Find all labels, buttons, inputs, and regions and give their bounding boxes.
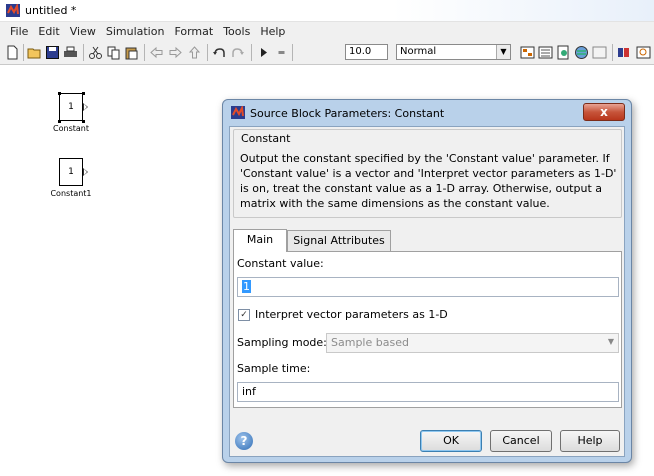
toolbar — [0, 40, 654, 65]
simulink-app-icon — [6, 4, 20, 17]
new-icon[interactable] — [5, 45, 20, 60]
constant1-block-label[interactable]: Constant1 — [41, 189, 101, 198]
output-port-icon — [83, 103, 88, 111]
forward-icon[interactable] — [168, 45, 183, 60]
close-button[interactable]: x — [583, 103, 625, 121]
interpret-vector-checkbox[interactable]: ✓ — [238, 309, 250, 321]
dialog-body: Constant Output the constant specified b… — [229, 126, 625, 457]
play-icon[interactable] — [256, 45, 271, 60]
simulink-window: untitled * File Edit View Simulation For… — [0, 0, 654, 476]
print-icon[interactable] — [63, 45, 78, 60]
debug-icon[interactable] — [556, 45, 571, 60]
paste-icon[interactable] — [124, 45, 139, 60]
help-button[interactable]: Help — [560, 430, 620, 452]
cut-icon[interactable] — [88, 45, 103, 60]
toolbar-separator — [612, 44, 613, 61]
redo-icon[interactable] — [230, 45, 245, 60]
window-title: untitled * — [25, 4, 77, 17]
selection-handle[interactable] — [82, 120, 85, 123]
interpret-vector-label[interactable]: Interpret vector parameters as 1-D — [255, 308, 448, 321]
dialog-title: Source Block Parameters: Constant — [250, 107, 445, 120]
constant1-block-value: 1 — [68, 167, 74, 177]
simulation-mode-select[interactable]: Normal ▼ — [396, 44, 511, 60]
selection-handle[interactable] — [82, 92, 85, 95]
toolbar-separator — [292, 44, 293, 61]
model-advisor-icon[interactable] — [616, 45, 631, 60]
tab-signal-attributes[interactable]: Signal Attributes — [287, 230, 391, 251]
viewer-icon[interactable] — [592, 45, 607, 60]
constant-block[interactable]: 1 — [59, 93, 88, 121]
stop-time-input[interactable]: 10.0 — [345, 44, 388, 60]
toolbar-separator — [144, 44, 145, 61]
chevron-down-icon: ▼ — [607, 337, 614, 346]
menu-bar: File Edit View Simulation Format Tools H… — [0, 22, 654, 40]
back-icon[interactable] — [149, 45, 164, 60]
description-group: Constant Output the constant specified b… — [233, 129, 622, 218]
undo-icon[interactable] — [212, 45, 227, 60]
constant-block-label[interactable]: Constant — [41, 124, 101, 133]
build-icon[interactable] — [520, 45, 535, 60]
up-icon[interactable] — [187, 45, 202, 60]
menu-format[interactable]: Format — [169, 25, 218, 38]
dialog-titlebar[interactable]: Source Block Parameters: Constant x — [223, 100, 631, 126]
toolbar-separator — [83, 44, 84, 61]
simulation-mode-value: Normal — [400, 46, 437, 57]
copy-icon[interactable] — [106, 45, 121, 60]
block-parameters-dialog: Source Block Parameters: Constant x Cons… — [222, 99, 632, 463]
constant1-block[interactable]: 1 — [59, 158, 88, 186]
stop-icon[interactable] — [274, 45, 289, 60]
constant-value-text: 1 — [242, 280, 251, 293]
constant-value-input[interactable]: 1 — [237, 277, 619, 297]
ok-button[interactable]: OK — [420, 430, 482, 452]
save-icon[interactable] — [45, 45, 60, 60]
sample-time-label: Sample time: — [237, 362, 311, 375]
selection-handle[interactable] — [58, 92, 61, 95]
menu-view[interactable]: View — [65, 25, 101, 38]
toolbar-separator — [251, 44, 252, 61]
menu-help[interactable]: Help — [255, 25, 290, 38]
main-tab-panel: Constant value: 1 ✓ Interpret vector par… — [233, 251, 622, 408]
toolbar-separator — [207, 44, 208, 61]
close-icon: x — [600, 105, 608, 119]
group-title: Constant — [241, 132, 291, 145]
menu-tools[interactable]: Tools — [218, 25, 255, 38]
menu-edit[interactable]: Edit — [33, 25, 64, 38]
sample-time-input[interactable]: inf — [237, 382, 619, 402]
window-titlebar: untitled * — [0, 0, 654, 22]
open-icon[interactable] — [27, 45, 42, 60]
model-explorer-icon[interactable] — [538, 45, 553, 60]
menu-file[interactable]: File — [5, 25, 33, 38]
constant-value-label: Constant value: — [237, 257, 324, 270]
sampling-mode-label: Sampling mode: — [237, 336, 327, 349]
sampling-mode-value: Sample based — [331, 336, 409, 349]
library-icon[interactable] — [574, 45, 589, 60]
output-port-icon — [83, 168, 88, 176]
sampling-mode-select[interactable]: Sample based ▼ — [326, 333, 619, 353]
menu-simulation[interactable]: Simulation — [101, 25, 170, 38]
tab-main[interactable]: Main — [233, 229, 287, 252]
zoom-icon[interactable] — [636, 45, 651, 60]
constant-block-value: 1 — [68, 102, 74, 112]
toolbar-separator — [23, 44, 24, 61]
block-description: Output the constant specified by the 'Co… — [240, 152, 617, 210]
simulink-app-icon — [231, 106, 245, 119]
selection-handle[interactable] — [58, 120, 61, 123]
chevron-down-icon[interactable]: ▼ — [496, 45, 510, 59]
help-icon[interactable]: ? — [235, 432, 253, 450]
cancel-button[interactable]: Cancel — [490, 430, 552, 452]
